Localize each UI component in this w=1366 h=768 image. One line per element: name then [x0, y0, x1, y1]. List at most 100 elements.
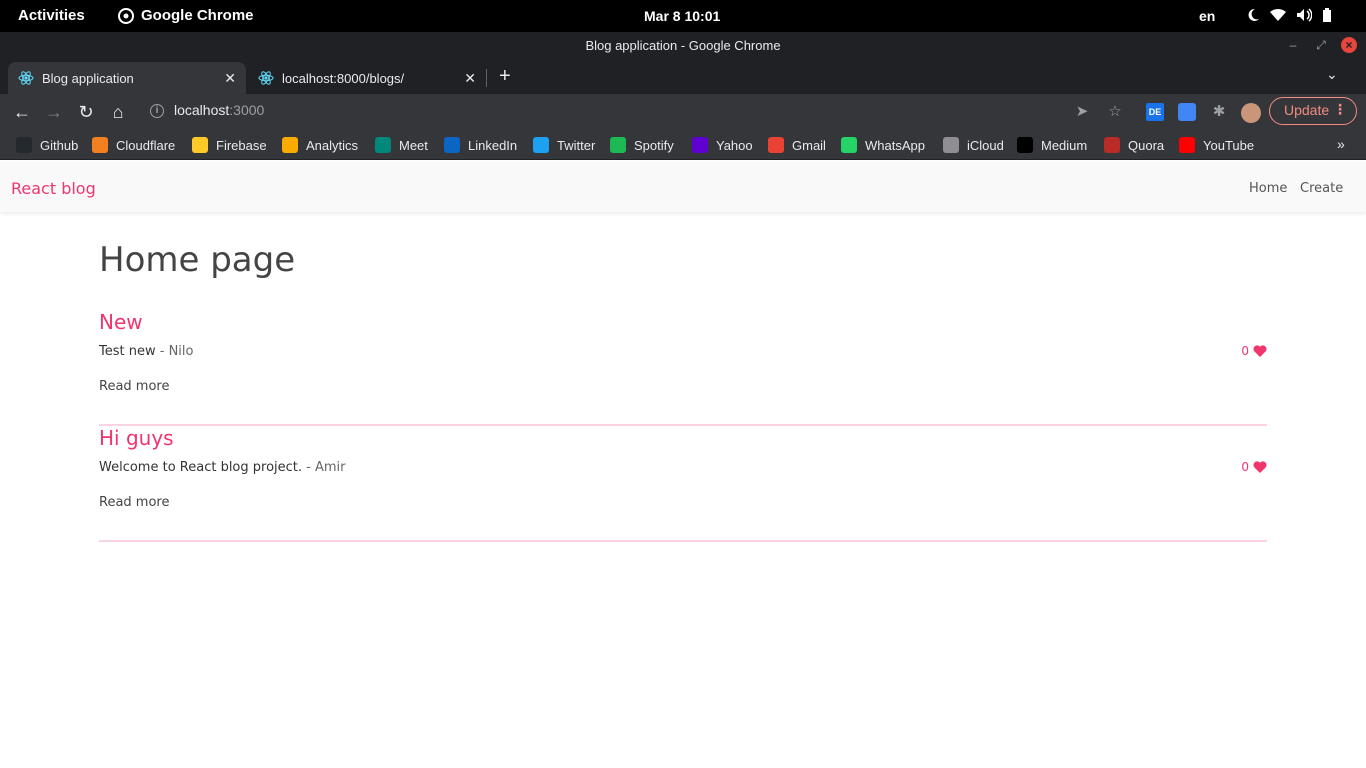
- bookmark-label: Meet: [399, 137, 428, 153]
- like-button[interactable]: 0: [1241, 344, 1267, 358]
- app-name: Google Chrome: [141, 7, 254, 24]
- language-indicator[interactable]: en: [1199, 8, 1215, 24]
- app-menu[interactable]: Google Chrome: [118, 7, 254, 24]
- heart-icon: [1253, 461, 1267, 473]
- bookmark-label: Gmail: [792, 137, 826, 153]
- window-title: Blog application - Google Chrome: [585, 38, 781, 53]
- site-brand[interactable]: React blog: [11, 179, 96, 198]
- bookmark-whatsapp[interactable]: WhatsApp: [841, 137, 925, 153]
- system-tray[interactable]: [1246, 8, 1332, 22]
- bookmark-label: Spotify: [634, 137, 674, 153]
- forward-button[interactable]: →: [44, 102, 64, 122]
- medium-icon: [1017, 137, 1033, 153]
- bookmark-label: Medium: [1041, 137, 1088, 153]
- close-tab-icon[interactable]: ✕: [464, 70, 476, 87]
- more-bookmarks-icon[interactable]: »: [1337, 136, 1345, 152]
- close-tab-icon[interactable]: ✕: [224, 70, 236, 87]
- apple-icon: [943, 137, 959, 153]
- blog-post: New Test new - Nilo 0 Read more: [99, 310, 1267, 426]
- post-title[interactable]: Hi guys: [99, 426, 174, 450]
- bookmark-quora[interactable]: Quora: [1104, 137, 1164, 153]
- bookmark-label: Github: [40, 137, 79, 153]
- tab-search-button[interactable]: ⌄: [1326, 66, 1338, 83]
- whatsapp-icon: [841, 137, 857, 153]
- menu-dots-icon[interactable]: ⋮: [1333, 101, 1347, 118]
- bookmark-label: Yahoo: [716, 137, 753, 153]
- post-summary: Test new - Nilo: [99, 344, 193, 359]
- bookmark-label: Cloudflare: [116, 137, 176, 153]
- extension-icon[interactable]: [1178, 103, 1196, 121]
- send-icon[interactable]: ➤: [1073, 103, 1091, 121]
- bookmark-yahoo[interactable]: Yahoo: [692, 137, 753, 153]
- twitter-icon: [533, 137, 549, 153]
- post-summary: Welcome to React blog project. - Amir: [99, 460, 346, 475]
- address-bar[interactable]: i localhost:3000: [140, 96, 1130, 126]
- translate-extension-icon[interactable]: DE: [1146, 103, 1164, 121]
- bookmark-twitter[interactable]: Twitter: [533, 137, 595, 153]
- firebase-icon: [192, 137, 208, 153]
- window-title-bar: Blog application - Google Chrome – ⤢ ×: [0, 32, 1366, 60]
- gmail-icon: [768, 137, 784, 153]
- bookmark-firebase[interactable]: Firebase: [192, 137, 267, 153]
- github-icon: [16, 137, 32, 153]
- update-label: Update: [1284, 102, 1330, 118]
- react-icon: [18, 71, 34, 85]
- bookmark-youtube[interactable]: YouTube: [1179, 137, 1254, 153]
- linkedin-icon: [444, 137, 460, 153]
- extensions-puzzle-icon[interactable]: ✱: [1210, 103, 1228, 121]
- bookmark-spotify[interactable]: Spotify: [610, 137, 674, 153]
- bookmark-label: Firebase: [216, 137, 267, 153]
- like-count: 0: [1241, 344, 1249, 358]
- volume-icon: [1297, 8, 1312, 22]
- night-light-icon: [1248, 8, 1259, 21]
- bookmark-meet[interactable]: Meet: [375, 137, 428, 153]
- bookmark-star-icon[interactable]: ☆: [1106, 103, 1124, 121]
- bookmark-cloudflare[interactable]: Cloudflare: [92, 137, 175, 153]
- page-heading: Home page: [99, 240, 296, 280]
- tab-blog-application[interactable]: Blog application ✕: [8, 62, 246, 94]
- youtube-icon: [1179, 137, 1195, 153]
- bookmark-icloud[interactable]: iCloud: [943, 137, 1004, 153]
- bookmark-label: iCloud: [967, 137, 1004, 153]
- like-count: 0: [1241, 460, 1249, 474]
- read-more-link[interactable]: Read more: [99, 379, 169, 394]
- read-more-link[interactable]: Read more: [99, 495, 169, 510]
- tab-localhost-blogs[interactable]: localhost:8000/blogs/ ✕: [248, 62, 486, 94]
- update-button[interactable]: Update ⋮: [1269, 97, 1357, 125]
- browser-toolbar: ← → ↻ ⌂ i localhost:3000 ➤ ☆ DE ✱: [0, 94, 1366, 130]
- reload-button[interactable]: ↻: [76, 102, 96, 122]
- nav-home-link[interactable]: Home: [1249, 181, 1287, 196]
- bookmark-gmail[interactable]: Gmail: [768, 137, 826, 153]
- minimize-button[interactable]: –: [1285, 37, 1301, 53]
- clock[interactable]: Mar 8 10:01: [644, 8, 720, 24]
- cloudflare-icon: [92, 137, 108, 153]
- bookmark-analytics[interactable]: Analytics: [282, 137, 358, 153]
- blog-post: Hi guys Welcome to React blog project. -…: [99, 426, 1267, 542]
- site-info-icon[interactable]: i: [150, 104, 164, 118]
- profile-avatar-icon[interactable]: [1241, 103, 1261, 123]
- activities-button[interactable]: Activities: [18, 7, 85, 24]
- bookmark-label: LinkedIn: [468, 137, 518, 153]
- bookmark-linkedin[interactable]: LinkedIn: [444, 137, 517, 153]
- close-window-button[interactable]: ×: [1341, 37, 1357, 53]
- new-tab-button[interactable]: +: [499, 66, 511, 86]
- react-icon: [258, 71, 274, 85]
- analytics-icon: [282, 137, 298, 153]
- post-body: Welcome to React blog project.: [99, 460, 303, 475]
- back-button[interactable]: ←: [12, 102, 32, 122]
- battery-icon: [1323, 8, 1331, 22]
- like-button[interactable]: 0: [1241, 460, 1267, 474]
- home-button[interactable]: ⌂: [108, 102, 128, 122]
- quora-icon: [1104, 137, 1120, 153]
- chrome-icon: [118, 7, 134, 24]
- bookmark-github[interactable]: Github: [16, 137, 78, 153]
- site-navbar: React blog Home Create: [0, 162, 1366, 212]
- yahoo-icon: [692, 137, 708, 153]
- post-title[interactable]: New: [99, 310, 143, 334]
- tab-strip: Blog application ✕ localhost:8000/blogs/…: [0, 60, 1366, 94]
- bookmark-label: Twitter: [557, 137, 596, 153]
- nav-create-link[interactable]: Create: [1300, 181, 1343, 196]
- maximize-button[interactable]: ⤢: [1313, 37, 1329, 53]
- meet-icon: [375, 137, 391, 153]
- bookmark-medium[interactable]: Medium: [1017, 137, 1087, 153]
